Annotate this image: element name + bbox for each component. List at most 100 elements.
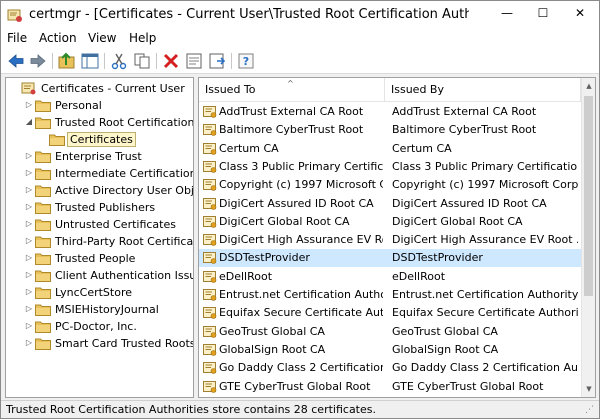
expand-arrow-icon[interactable]: ▷ — [24, 253, 34, 263]
table-row[interactable]: Copyright (c) 1997 Microsoft C... Copyrig… — [199, 176, 581, 194]
cut-icon[interactable] — [109, 51, 129, 71]
table-row[interactable]: DigiCert Assured ID Root CA DigiCert Assu… — [199, 195, 581, 213]
table-row[interactable]: Entrust.net Certification Author... Entru… — [199, 286, 581, 304]
table-row[interactable]: DigiCert Global Root CA DigiCert Global R… — [199, 213, 581, 231]
table-row[interactable]: AddTrust External CA Root AddTrust Extern… — [199, 103, 581, 121]
certificate-icon — [203, 380, 217, 394]
close-button[interactable]: ✕ — [561, 1, 599, 25]
tree-item[interactable]: ▷ Intermediate Certification Au — [6, 165, 194, 182]
table-row[interactable]: GTE CyberTrust Global Root GTE CyberTrust… — [199, 378, 581, 396]
expand-arrow-icon[interactable]: ▷ — [24, 270, 34, 280]
folder-icon — [35, 99, 51, 112]
table-row[interactable]: GlobalSign Root CA GlobalSign Root CA — [199, 341, 581, 359]
tree-item[interactable]: ▷ Client Authentication Issuers — [6, 267, 193, 284]
table-row[interactable]: Baltimore CyberTrust Root Baltimore Cyber… — [199, 121, 581, 139]
certificate-icon — [203, 142, 217, 156]
tree-item[interactable]: Certificates — [6, 131, 193, 148]
forward-arrow-icon[interactable] — [28, 51, 48, 71]
scroll-up-arrow-icon[interactable]: ▲ — [582, 78, 595, 94]
expand-arrow-icon[interactable]: ▷ — [24, 287, 34, 297]
issued-by-cell: DigiCert Global Root CA — [392, 215, 523, 228]
issued-to-cell: DigiCert Assured ID Root CA — [219, 197, 374, 210]
expand-arrow-icon[interactable]: ▷ — [24, 219, 34, 229]
expand-arrow-icon[interactable]: ▷ — [24, 338, 34, 348]
certificate-icon — [203, 306, 217, 320]
expand-arrow-icon[interactable]: ▷ — [24, 321, 34, 331]
folder-icon — [35, 167, 51, 180]
folder-icon — [35, 252, 51, 265]
tree-item[interactable]: ▷ Enterprise Trust — [6, 148, 193, 165]
tree-item[interactable]: ▷ PC-Doctor, Inc. — [6, 318, 193, 335]
table-row[interactable]: Certum CA Certum CA — [199, 140, 581, 158]
back-arrow-icon[interactable] — [6, 51, 26, 71]
expand-arrow-icon[interactable]: ▷ — [24, 151, 34, 161]
table-row[interactable]: Go Daddy Class 2 Certification ... Go Dad… — [199, 359, 581, 377]
expand-arrow-icon[interactable]: ▷ — [24, 100, 34, 110]
tree-item[interactable]: ▷ Active Directory User Object — [6, 182, 193, 199]
certificate-icon — [203, 233, 217, 247]
status-text: Trusted Root Certification Authorities s… — [6, 403, 376, 416]
table-row[interactable]: DSDTestProvider DSDTestProvider — [199, 249, 581, 267]
console-tree[interactable]: Certificates - Current User ▷ Personal ◢ Tru… — [5, 77, 194, 398]
tree-item-label: Client Authentication Issuers — [55, 269, 193, 282]
table-row[interactable]: Equifax Secure Certificate Auth... Equifa… — [199, 304, 581, 322]
expand-arrow-icon[interactable]: ▷ — [24, 168, 34, 178]
delete-icon[interactable] — [161, 51, 181, 71]
table-row[interactable]: Class 3 Public Primary Certificat... Clas… — [199, 158, 581, 176]
tree-item[interactable]: ▷ Smart Card Trusted Roots — [6, 335, 194, 352]
properties-icon[interactable] — [184, 51, 204, 71]
issued-to-cell: Copyright (c) 1997 Microsoft C... — [219, 178, 383, 191]
list-header: ^ Issued To Issued By — [199, 78, 595, 102]
table-row[interactable]: eDellRoot eDellRoot — [199, 268, 581, 286]
title-bar[interactable]: certmgr - [Certificates - Current User\T… — [1, 1, 599, 28]
tree-item-label: PC-Doctor, Inc. — [55, 320, 137, 333]
menu-action[interactable]: Action — [39, 31, 77, 46]
collapse-arrow-icon[interactable]: ◢ — [24, 117, 34, 127]
menu-file[interactable]: File — [7, 31, 27, 46]
column-issued-by[interactable]: Issued By — [385, 78, 581, 102]
expand-arrow-icon[interactable]: ▷ — [24, 185, 34, 195]
tree-item[interactable]: ▷ Trusted People — [6, 250, 193, 267]
expand-arrow-icon[interactable]: ▷ — [24, 236, 34, 246]
menu-view[interactable]: View — [88, 31, 116, 46]
show-hide-tree-icon[interactable] — [80, 51, 100, 71]
tree-item[interactable]: ▷ Trusted Publishers — [6, 199, 193, 216]
tree-item[interactable]: ▷ Untrusted Certificates — [6, 216, 193, 233]
folder-icon — [35, 269, 51, 282]
toolbar-separator — [231, 53, 232, 69]
scroll-down-arrow-icon[interactable]: ▼ — [582, 381, 595, 397]
expand-arrow-icon[interactable]: ▷ — [24, 202, 34, 212]
tree-item[interactable]: ▷ MSIEHistoryJournal — [6, 301, 193, 318]
tree-item[interactable]: ▷ LyncCertStore — [6, 284, 193, 301]
minimize-button[interactable]: — — [489, 1, 525, 25]
table-row[interactable]: DigiCert High Assurance EV Ro... DigiCert… — [199, 231, 581, 249]
issued-by-cell: GlobalSign Root CA — [392, 343, 499, 356]
menu-bar: File Action View Help — [1, 28, 599, 48]
tree-item-label: Intermediate Certification Au — [55, 167, 194, 180]
vertical-scrollbar[interactable]: ▲ ▼ — [581, 78, 595, 397]
tree-item-label: Certificates — [67, 132, 136, 147]
svg-text:?: ? — [243, 55, 249, 68]
menu-help[interactable]: Help — [129, 31, 156, 46]
tree-item[interactable]: ▷ Personal — [6, 97, 193, 114]
issued-by-cell: DSDTestProvider — [392, 251, 483, 264]
resize-grip-icon[interactable]: ⋰ — [585, 405, 597, 417]
column-issued-to[interactable]: ^ Issued To — [199, 78, 385, 102]
certificate-list[interactable]: ^ Issued To Issued By AddTrust External … — [198, 77, 596, 398]
scrollbar-thumb[interactable] — [584, 96, 593, 296]
tree-item[interactable]: Certificates - Current User — [6, 80, 193, 97]
maximize-button[interactable]: ☐ — [525, 1, 561, 25]
issued-to-cell: Entrust.net Certification Author... — [219, 288, 383, 301]
window-title: certmgr - [Certificates - Current User\T… — [29, 7, 469, 22]
help-icon[interactable]: ? — [236, 51, 256, 71]
tree-item[interactable]: ◢ Trusted Root Certification Au — [6, 114, 193, 131]
folder-icon — [35, 184, 51, 197]
copy-icon[interactable] — [132, 51, 152, 71]
tree-item[interactable]: ▷ Third-Party Root Certification — [6, 233, 193, 250]
up-folder-icon[interactable] — [57, 51, 77, 71]
expand-arrow-icon[interactable]: ▷ — [24, 304, 34, 314]
certificate-icon — [203, 178, 217, 192]
table-row[interactable]: GeoTrust Global CA GeoTrust Global CA — [199, 323, 581, 341]
export-list-icon[interactable] — [207, 51, 227, 71]
tree-item-label: Smart Card Trusted Roots — [55, 337, 194, 350]
